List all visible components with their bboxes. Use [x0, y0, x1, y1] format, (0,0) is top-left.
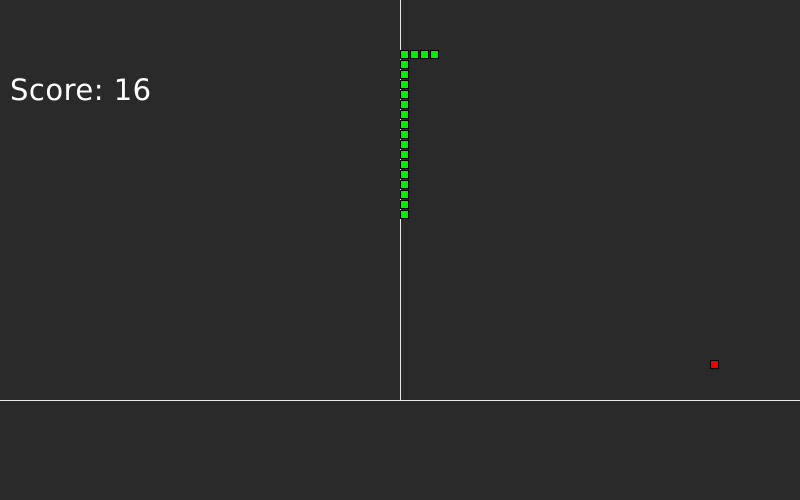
snake-segment: [400, 140, 409, 149]
snake-segment: [400, 170, 409, 179]
snake-segment: [400, 110, 409, 119]
snake-segment: [400, 90, 409, 99]
snake-segment: [400, 150, 409, 159]
snake-segment: [400, 80, 409, 89]
score-display: Score: 16: [10, 70, 152, 110]
horizontal-divider-line: [0, 400, 800, 401]
food-apple: [710, 360, 719, 369]
snake-segment: [400, 60, 409, 69]
snake-segment: [400, 200, 409, 209]
snake-segment: [400, 50, 409, 59]
snake-segment: [400, 130, 409, 139]
snake-segment: [400, 190, 409, 199]
game-canvas[interactable]: Score: 16: [0, 0, 800, 500]
snake-segment: [400, 160, 409, 169]
snake-segment: [400, 180, 409, 189]
score-value: 16: [113, 73, 152, 107]
snake-segment: [420, 50, 429, 59]
snake-segment: [400, 70, 409, 79]
score-label: Score:: [10, 73, 104, 107]
snake-segment: [400, 120, 409, 129]
snake-segment: [400, 100, 409, 109]
snake-segment: [410, 50, 419, 59]
snake-segment: [400, 210, 409, 219]
snake-head: [430, 50, 439, 59]
